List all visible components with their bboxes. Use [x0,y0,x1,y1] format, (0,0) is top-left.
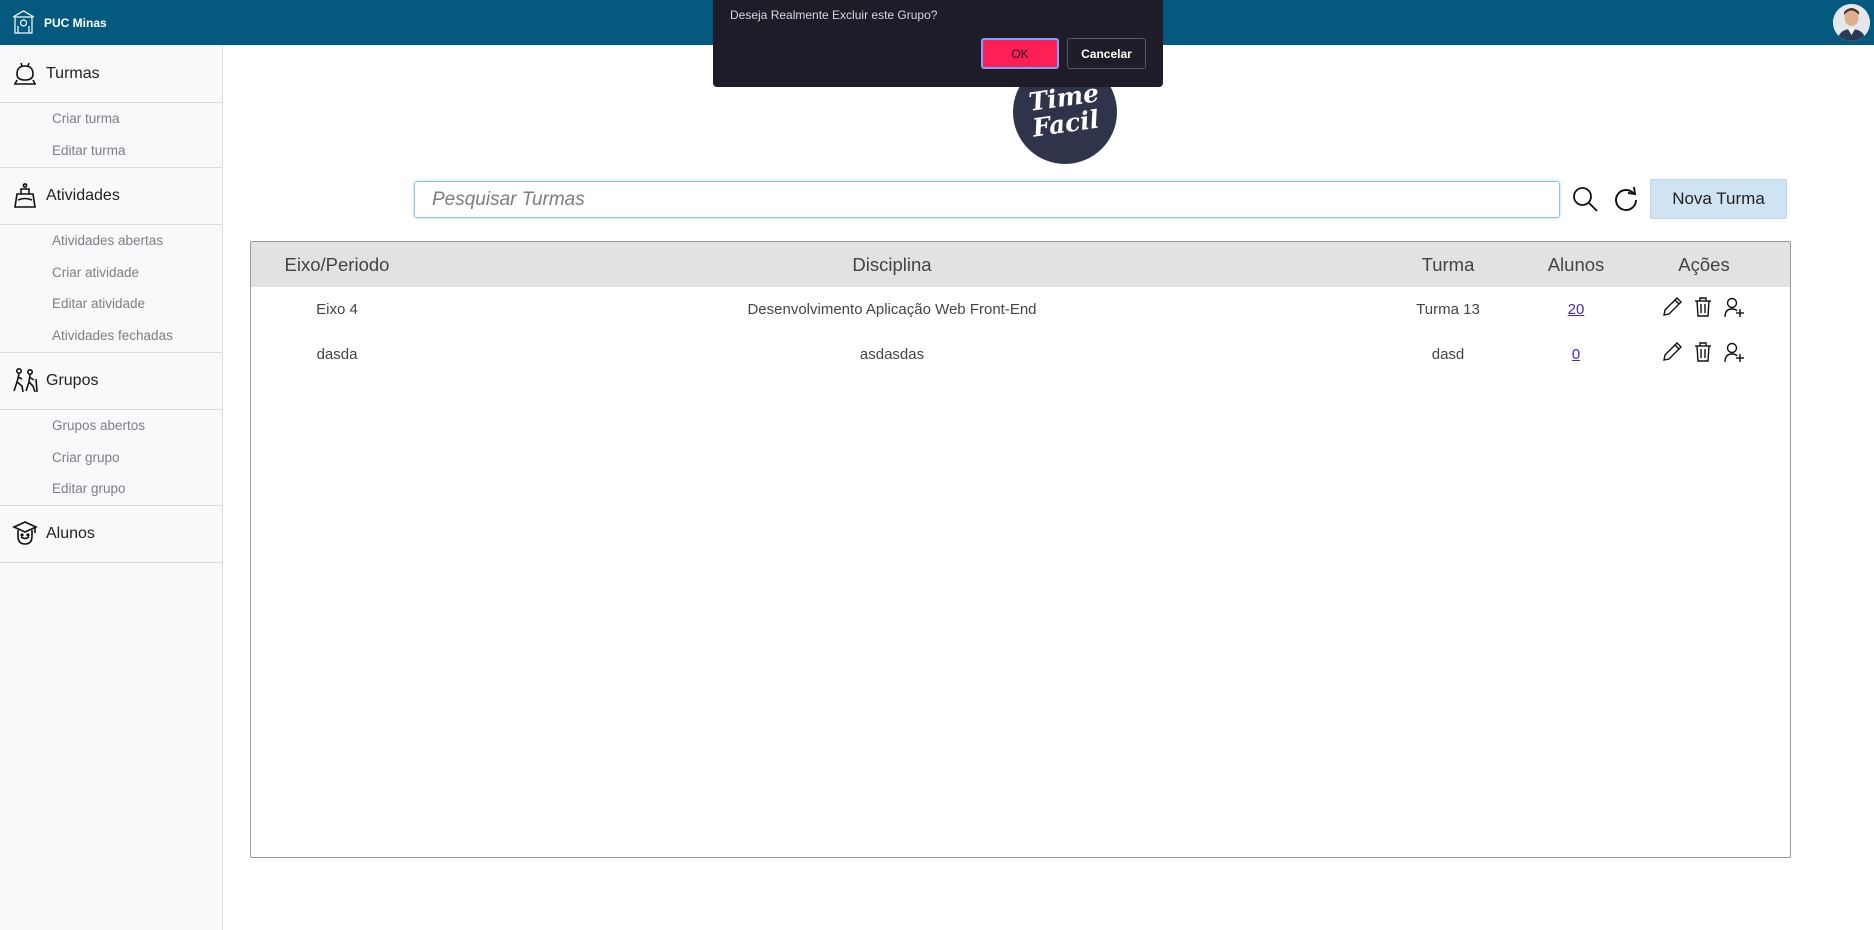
column-header: Eixo/Periodo [284,254,390,275]
table-row: Eixo 4 Desenvolvimento Aplicação Web Fro… [251,287,1790,332]
student-icon [10,519,40,549]
sidebar-section-atividades[interactable]: Atividades [0,167,222,225]
classes-table: Eixo/Periodo Disciplina Turma Alunos Açõ… [250,241,1791,858]
cell-alunos: 20 [1568,301,1585,318]
sidebar-item-editar-grupo[interactable]: Editar grupo [52,481,126,496]
sidebar-item-criar-grupo[interactable]: Criar grupo [52,450,120,465]
column-header: Ações [1678,254,1730,275]
confirm-dialog: Deseja Realmente Excluir este Grupo? OK … [713,0,1163,87]
sidebar-item-criar-turma[interactable]: Criar turma [52,111,120,126]
search-icon [1573,187,1598,212]
refresh-icon [1615,186,1637,211]
brand[interactable]: PUC Minas [9,8,107,37]
ok-button[interactable]: OK [981,38,1059,69]
sidebar-section-turmas[interactable]: Turmas [0,45,222,103]
flask-icon [10,181,40,211]
sidebar-section-label: Turmas [46,64,100,82]
sidebar-item-editar-turma[interactable]: Editar turma [52,143,126,158]
sidebar-item-atividades-abertas[interactable]: Atividades abertas [52,233,163,248]
new-class-button[interactable]: Nova Turma [1650,179,1787,219]
puc-minas-crest-icon [12,10,35,34]
dialog-message: Deseja Realmente Excluir este Grupo? [730,8,938,22]
sidebar-item-grupos-abertos[interactable]: Grupos abertos [52,418,145,433]
add-user-icon[interactable] [1723,295,1745,319]
cell-eixo: dasda [316,346,358,363]
class-icon [10,59,40,89]
sidebar-item-editar-atividade[interactable]: Editar atividade [52,296,145,311]
group-hiking-icon [10,366,40,396]
sidebar-section-alunos[interactable]: Alunos [0,505,222,563]
cell-turma: dasd [1431,346,1465,363]
cell-disciplina: Desenvolvimento Aplicação Web Front-End [747,301,1037,318]
sidebar-item-criar-atividade[interactable]: Criar atividade [52,265,139,280]
add-user-icon[interactable] [1723,340,1745,364]
user-avatar[interactable] [1833,4,1870,41]
students-count-link[interactable]: 20 [1568,301,1585,318]
cell-eixo: Eixo 4 [316,301,358,318]
sidebar-item-atividades-fechadas[interactable]: Atividades fechadas [52,328,173,343]
cancel-button[interactable]: Cancelar [1067,38,1146,69]
sidebar-section-label: Atividades [46,186,120,204]
search-button[interactable] [1569,183,1601,215]
trash-icon[interactable] [1692,340,1714,364]
column-header: Disciplina [852,254,932,275]
user-avatar-icon [1833,4,1870,41]
edit-icon[interactable] [1661,340,1683,364]
cell-turma: Turma 13 [1416,301,1480,318]
cell-disciplina: asdasdas [859,346,925,363]
sidebar-section-label: Alunos [46,524,95,542]
cell-alunos: 0 [1572,346,1580,363]
edit-icon[interactable] [1661,295,1683,319]
students-count-link[interactable]: 0 [1572,346,1580,363]
search-box[interactable] [414,181,1560,218]
brand-name: PUC Minas [44,15,107,30]
table-row: dasda asdasdas dasd 0 [251,332,1790,377]
column-header: Turma [1421,254,1475,275]
search-input[interactable] [432,188,1559,211]
sidebar-section-grupos[interactable]: Grupos [0,352,222,410]
sidebar-section-label: Grupos [46,371,99,389]
table-header: Eixo/Periodo Disciplina Turma Alunos Açõ… [251,242,1790,287]
sidebar: Turmas Criar turma Editar turma Atividad… [0,45,223,930]
refresh-button[interactable] [1610,183,1642,215]
row-actions [1661,295,1745,319]
column-header: Alunos [1547,254,1605,275]
row-actions [1661,340,1745,364]
trash-icon[interactable] [1692,295,1714,319]
